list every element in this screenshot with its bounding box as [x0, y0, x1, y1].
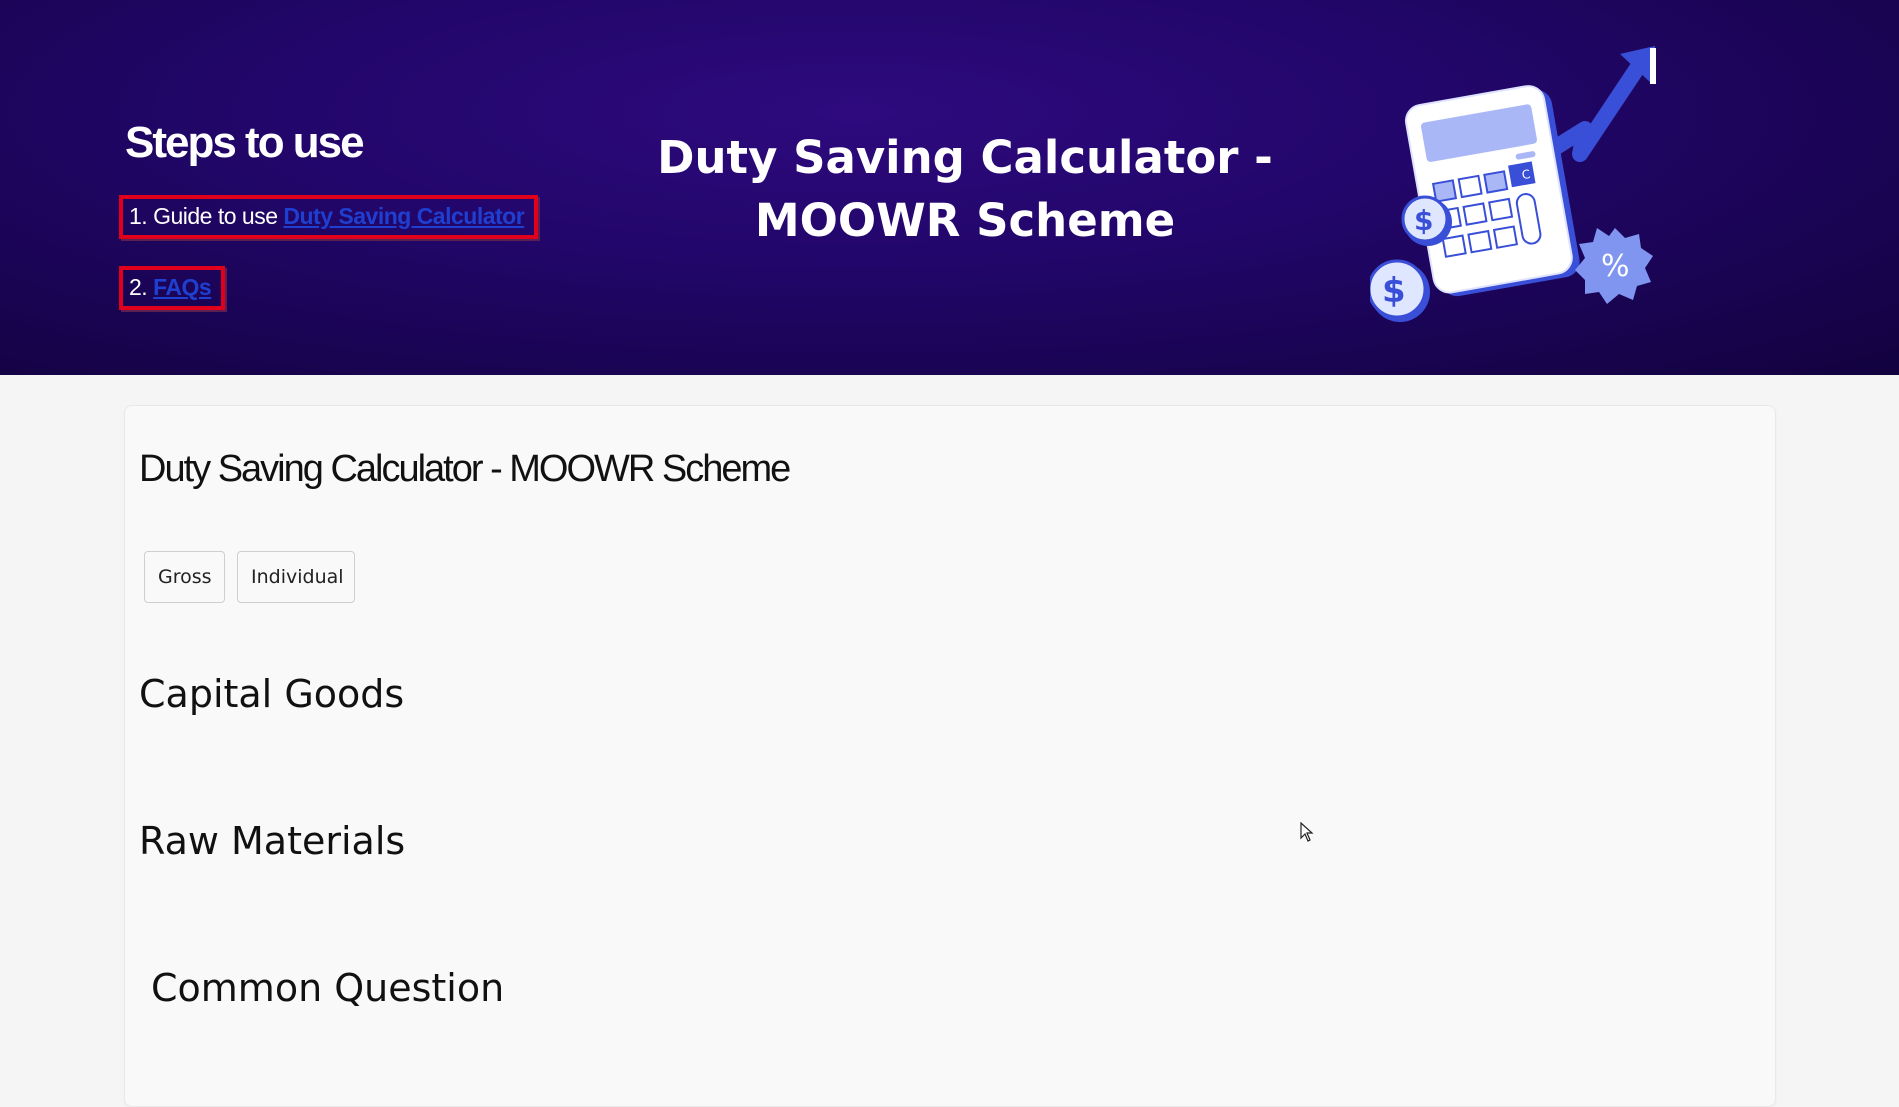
- steps-title: Steps to use: [125, 118, 365, 167]
- calculator-card: Duty Saving Calculator - MOOWR Scheme Gr…: [124, 405, 1776, 1107]
- hero-title: Duty Saving Calculator - MOOWR Scheme: [640, 126, 1290, 252]
- step-guide: 1. Guide to use Duty Saving Calculator: [119, 195, 539, 239]
- step-guide-prefix: 1. Guide to use: [129, 203, 284, 229]
- raw-materials-heading: Raw Materials: [139, 819, 406, 863]
- faqs-link[interactable]: FAQs: [153, 274, 212, 300]
- svg-text:%: %: [1601, 249, 1630, 284]
- step-faqs: 2. FAQs: [119, 266, 226, 310]
- hero-title-line1: Duty Saving Calculator -: [657, 131, 1273, 184]
- individual-button[interactable]: Individual: [237, 551, 355, 603]
- guide-link[interactable]: Duty Saving Calculator: [283, 203, 524, 229]
- capital-goods-heading: Capital Goods: [139, 672, 405, 716]
- step-faqs-prefix: 2.: [129, 274, 154, 300]
- common-question-heading: Common Question: [151, 966, 505, 1010]
- calculator-growth-icon: C $ $ %: [1370, 46, 1656, 322]
- mouse-cursor-icon: [1300, 822, 1314, 842]
- hero-title-line2: MOOWR Scheme: [754, 194, 1176, 247]
- svg-text:$: $: [1382, 271, 1406, 311]
- hero-banner: Steps to use 1. Guide to use Duty Saving…: [0, 0, 1899, 375]
- svg-text:$: $: [1414, 204, 1433, 237]
- calculator-title: Duty Saving Calculator - MOOWR Scheme: [139, 448, 791, 490]
- gross-button[interactable]: Gross: [144, 551, 225, 603]
- steps-panel: Steps to use 1. Guide to use Duty Saving…: [119, 118, 539, 310]
